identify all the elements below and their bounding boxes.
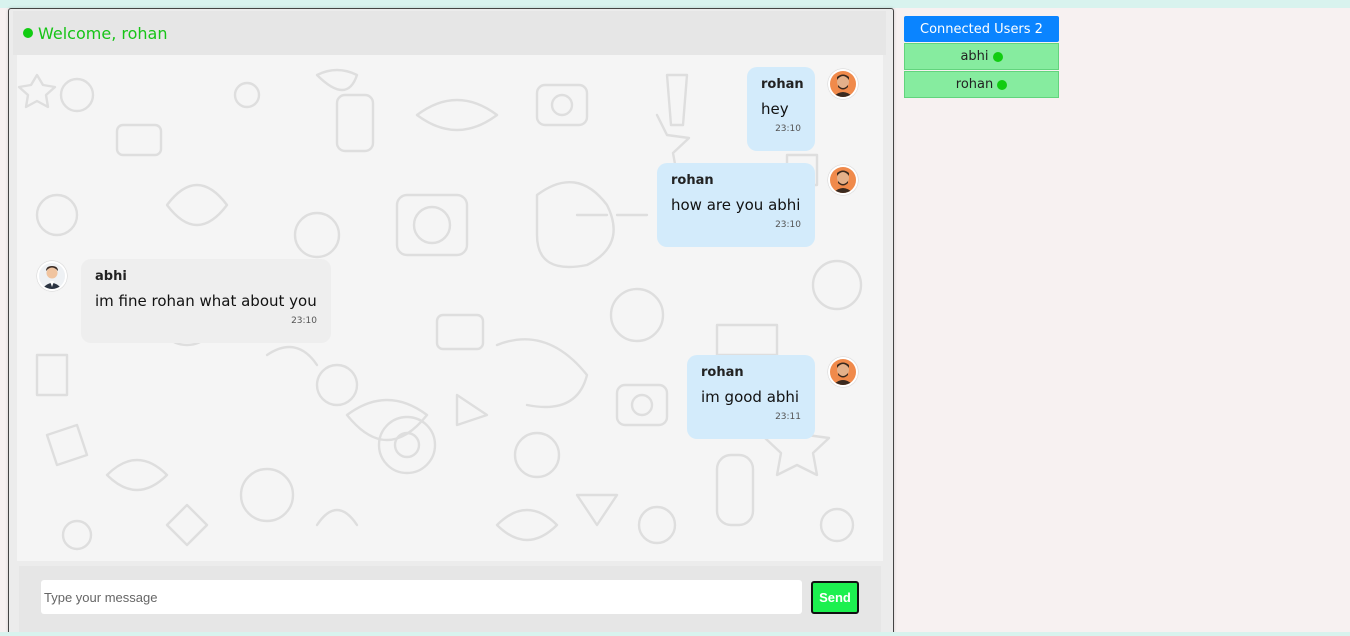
message-bubble: rohan hey 23:10 bbox=[747, 67, 815, 151]
rohan-avatar-icon bbox=[828, 357, 858, 387]
send-button[interactable]: Send bbox=[811, 581, 859, 614]
welcome-title: Welcome, rohan bbox=[38, 23, 168, 43]
online-dot-icon bbox=[992, 51, 1003, 62]
connected-users-header: Connected Users 2 bbox=[904, 16, 1059, 42]
bottom-strip bbox=[0, 632, 1350, 636]
message-time: 23:10 bbox=[775, 124, 801, 134]
user-name: rohan bbox=[955, 77, 994, 92]
user-name: abhi bbox=[960, 49, 989, 64]
message-bubble: abhi im fine rohan what about you 23:10 bbox=[81, 259, 331, 343]
rohan-avatar-icon bbox=[828, 165, 858, 195]
message-sender: rohan bbox=[701, 365, 744, 380]
message-area[interactable]: rohan hey 23:10 rohan how are you abhi 2… bbox=[17, 55, 883, 561]
message-time: 23:10 bbox=[775, 220, 801, 230]
message-text: how are you abhi bbox=[671, 196, 801, 214]
message-sender: rohan bbox=[761, 77, 804, 92]
message-input[interactable] bbox=[41, 580, 802, 614]
message-composer: Send bbox=[19, 566, 881, 634]
top-strip bbox=[0, 0, 1350, 8]
user-item-rohan[interactable]: rohan bbox=[904, 71, 1059, 98]
message-text: hey bbox=[761, 100, 789, 118]
message-sender: abhi bbox=[95, 269, 127, 284]
message-text: im good abhi bbox=[701, 388, 800, 406]
chat-header: Welcome, rohan bbox=[13, 11, 886, 55]
message-time: 23:11 bbox=[775, 412, 801, 422]
message-time: 23:10 bbox=[291, 316, 317, 326]
rohan-avatar-icon bbox=[828, 69, 858, 99]
message-text: im fine rohan what about you bbox=[95, 292, 317, 310]
user-item-abhi[interactable]: abhi bbox=[904, 43, 1059, 70]
message-bubble: rohan im good abhi 23:11 bbox=[687, 355, 815, 439]
online-dot-icon bbox=[997, 79, 1008, 90]
message-sender: rohan bbox=[671, 173, 714, 188]
message-bubble: rohan how are you abhi 23:10 bbox=[657, 163, 815, 247]
connected-users-panel: Connected Users 2 abhi rohan bbox=[904, 16, 1059, 98]
chat-window: Welcome, rohan rohan hey 23:10 rohan how… bbox=[8, 8, 894, 635]
abhi-avatar-icon bbox=[37, 261, 67, 291]
online-dot-icon bbox=[23, 28, 33, 38]
